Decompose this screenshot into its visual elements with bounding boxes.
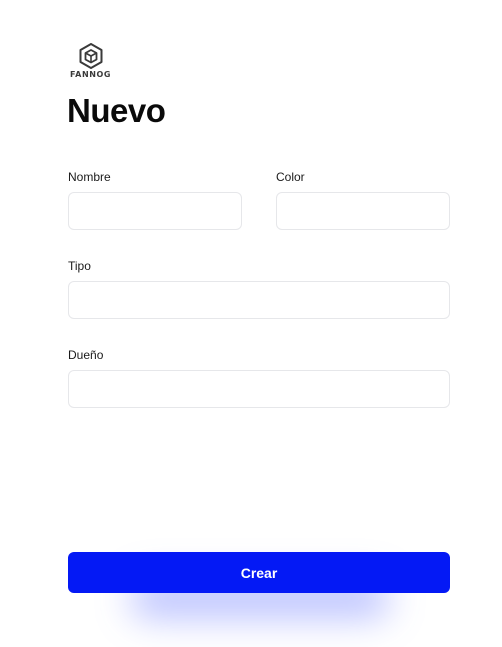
tipo-input[interactable] bbox=[68, 281, 450, 319]
color-input[interactable] bbox=[276, 192, 450, 230]
dueno-input[interactable] bbox=[68, 370, 450, 408]
dueno-label: Dueño bbox=[68, 348, 104, 362]
cube-logo-icon bbox=[79, 43, 103, 69]
crear-button[interactable]: Crear bbox=[68, 552, 450, 593]
nombre-label: Nombre bbox=[68, 170, 111, 184]
tipo-label: Tipo bbox=[68, 259, 91, 273]
create-page: FANNOG Nuevo Nombre Color Tipo Dueño Cre… bbox=[0, 0, 502, 647]
brand-name: FANNOG bbox=[70, 70, 112, 79]
brand-logo: FANNOG bbox=[68, 43, 114, 81]
color-label: Color bbox=[276, 170, 305, 184]
page-title: Nuevo bbox=[67, 92, 166, 129]
nombre-input[interactable] bbox=[68, 192, 242, 230]
